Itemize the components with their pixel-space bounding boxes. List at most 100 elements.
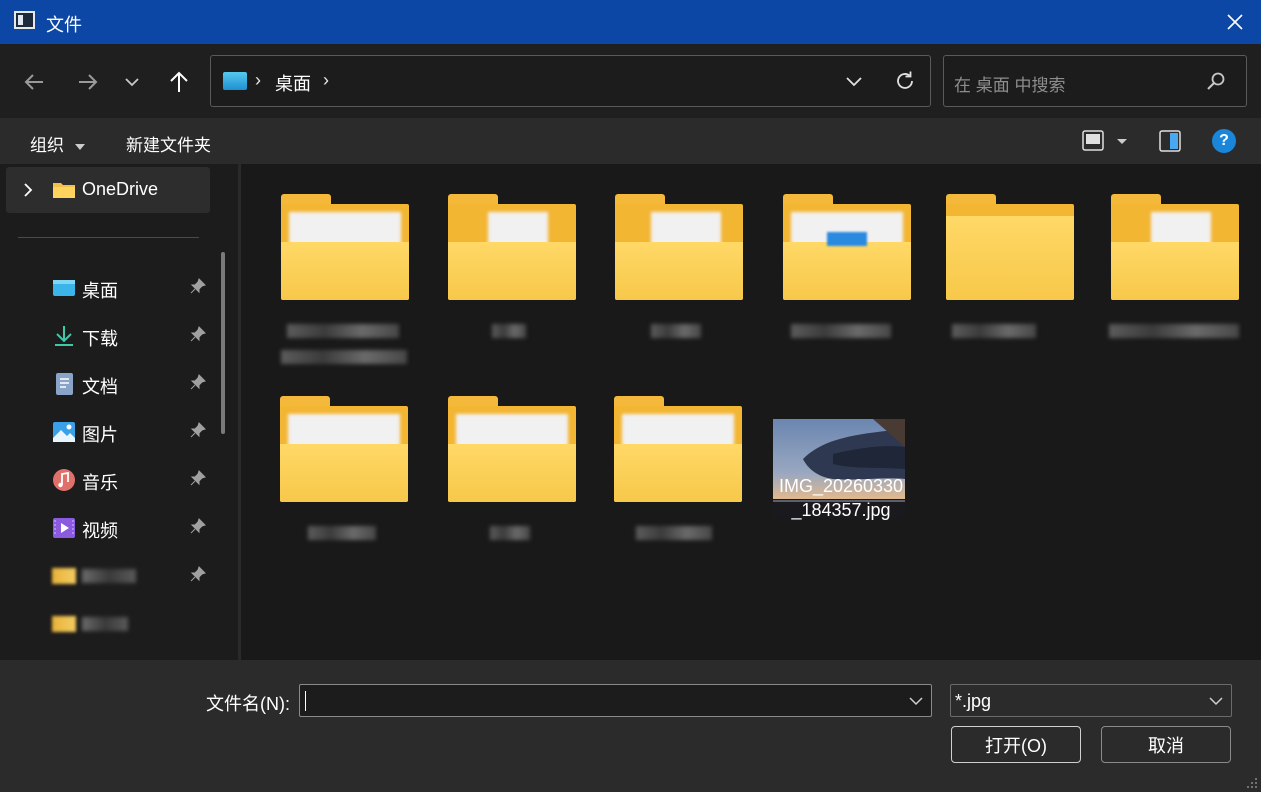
folder-item[interactable] xyxy=(609,164,749,364)
folder-item[interactable] xyxy=(777,164,917,364)
folder-item[interactable] xyxy=(442,366,582,566)
organize-button[interactable]: 组织 xyxy=(30,131,85,156)
folder-icon xyxy=(448,396,576,504)
breadcrumb-location[interactable]: 桌面 xyxy=(275,70,311,96)
folder-icon xyxy=(1111,194,1239,302)
organize-label: 组织 xyxy=(30,136,64,155)
arrow-up-icon xyxy=(170,71,188,92)
sidebar-scrollbar[interactable] xyxy=(221,252,225,434)
folder-icon xyxy=(448,194,576,302)
folder-item[interactable] xyxy=(608,366,748,566)
sidebar-item-label: 下载 xyxy=(82,329,118,349)
file-type-select[interactable]: *.jpg xyxy=(950,684,1232,717)
address-bar[interactable]: › 桌面 › xyxy=(210,55,931,107)
sidebar-item-videos[interactable]: 视频 xyxy=(52,509,222,545)
chevron-down-icon xyxy=(1209,697,1223,706)
folder-icon xyxy=(52,568,76,584)
resize-grip-icon[interactable] xyxy=(1244,775,1258,789)
sidebar-item-onedrive[interactable]: OneDrive xyxy=(6,167,210,213)
file-name-line-2: _184357.jpg xyxy=(791,500,891,520)
sidebar-item-label: 图片 xyxy=(82,425,118,445)
music-icon xyxy=(53,469,75,491)
preview-pane-button[interactable] xyxy=(1159,130,1181,157)
text-caret xyxy=(305,691,306,711)
cancel-button[interactable]: 取消 xyxy=(1101,726,1231,763)
desktop-icon xyxy=(53,280,75,296)
back-button[interactable] xyxy=(18,66,50,98)
redacted-name xyxy=(952,324,1036,338)
folder-icon xyxy=(783,194,911,302)
folder-item[interactable] xyxy=(275,164,415,364)
image-file-item[interactable]: IMG_20260330 _184357.jpg xyxy=(771,366,911,566)
sidebar-item-pictures[interactable]: 图片 xyxy=(52,413,222,449)
filename-label: 文件名(N): xyxy=(206,694,290,714)
navigation-pane: OneDrive 桌面 下载 文档 图片 音乐 视频 xyxy=(0,164,238,660)
pin-icon[interactable] xyxy=(190,470,206,486)
command-toolbar: 组织 新建文件夹 ? xyxy=(0,118,1261,164)
help-button[interactable]: ? xyxy=(1212,129,1236,153)
folder-icon xyxy=(614,396,742,504)
sidebar-item-music[interactable]: 音乐 xyxy=(52,461,222,497)
filename-input[interactable] xyxy=(299,684,932,717)
title-bar: 文件 xyxy=(0,0,1261,44)
address-dropdown-button[interactable] xyxy=(845,72,863,95)
sidebar-item-downloads[interactable]: 下载 xyxy=(52,317,222,353)
pin-icon[interactable] xyxy=(190,326,206,342)
picture-icon xyxy=(53,422,75,442)
chevron-right-icon[interactable] xyxy=(22,182,34,198)
redacted-label xyxy=(82,617,128,631)
redacted-name xyxy=(490,526,530,540)
new-folder-button[interactable]: 新建文件夹 xyxy=(126,131,211,156)
pin-icon[interactable] xyxy=(190,566,206,582)
redacted-name xyxy=(636,526,712,540)
window-icon xyxy=(14,11,35,29)
redacted-name xyxy=(287,324,399,338)
download-icon xyxy=(55,326,73,346)
redacted-name xyxy=(651,324,701,338)
folder-icon xyxy=(52,616,76,632)
sidebar-item-label: 音乐 xyxy=(82,473,118,493)
redacted-label xyxy=(82,569,136,583)
address-row: › 桌面 › 在 桌面 中搜索 xyxy=(0,44,1261,118)
close-button[interactable] xyxy=(1208,0,1261,44)
folder-icon xyxy=(615,194,743,302)
pin-icon[interactable] xyxy=(190,422,206,438)
sidebar-item-label: 视频 xyxy=(82,521,118,541)
folder-icon xyxy=(281,194,409,302)
redacted-name xyxy=(281,350,407,364)
caret-down-icon xyxy=(74,143,85,150)
search-input[interactable]: 在 桌面 中搜索 xyxy=(943,55,1247,107)
folder-icon xyxy=(280,396,408,504)
file-type-value: *.jpg xyxy=(955,691,992,711)
close-icon xyxy=(1226,14,1243,30)
folder-item[interactable] xyxy=(1105,164,1245,364)
breadcrumb-separator-end[interactable]: › xyxy=(323,70,329,91)
pin-icon[interactable] xyxy=(190,518,206,534)
chevron-down-icon[interactable] xyxy=(909,696,923,706)
sidebar-item-desktop[interactable]: 桌面 xyxy=(52,269,222,305)
forward-button[interactable] xyxy=(72,66,104,98)
sidebar-item-documents[interactable]: 文档 xyxy=(52,365,222,401)
file-name: IMG_20260330 _184357.jpg xyxy=(771,474,911,522)
view-options-button[interactable] xyxy=(1082,130,1130,157)
pin-icon[interactable] xyxy=(190,278,206,294)
folder-item[interactable] xyxy=(274,366,414,566)
redacted-name xyxy=(492,324,526,338)
refresh-button[interactable] xyxy=(893,69,917,98)
search-icon[interactable] xyxy=(1206,71,1226,96)
refresh-icon xyxy=(897,71,913,89)
sidebar-divider xyxy=(18,237,199,238)
breadcrumb-separator: › xyxy=(255,70,261,90)
chevron-down-icon xyxy=(846,77,862,87)
video-icon xyxy=(53,518,75,538)
sidebar-item-label: 文档 xyxy=(82,377,118,397)
recent-locations-button[interactable] xyxy=(116,66,148,98)
up-button[interactable] xyxy=(163,66,195,98)
sidebar-item-redacted-folder[interactable] xyxy=(52,557,222,593)
redacted-name xyxy=(1109,324,1239,338)
folder-item[interactable] xyxy=(940,164,1080,364)
sidebar-item-redacted-folder-2[interactable] xyxy=(52,605,222,641)
pin-icon[interactable] xyxy=(190,374,206,390)
folder-item[interactable] xyxy=(442,164,582,364)
open-button[interactable]: 打开(O) xyxy=(951,726,1081,763)
